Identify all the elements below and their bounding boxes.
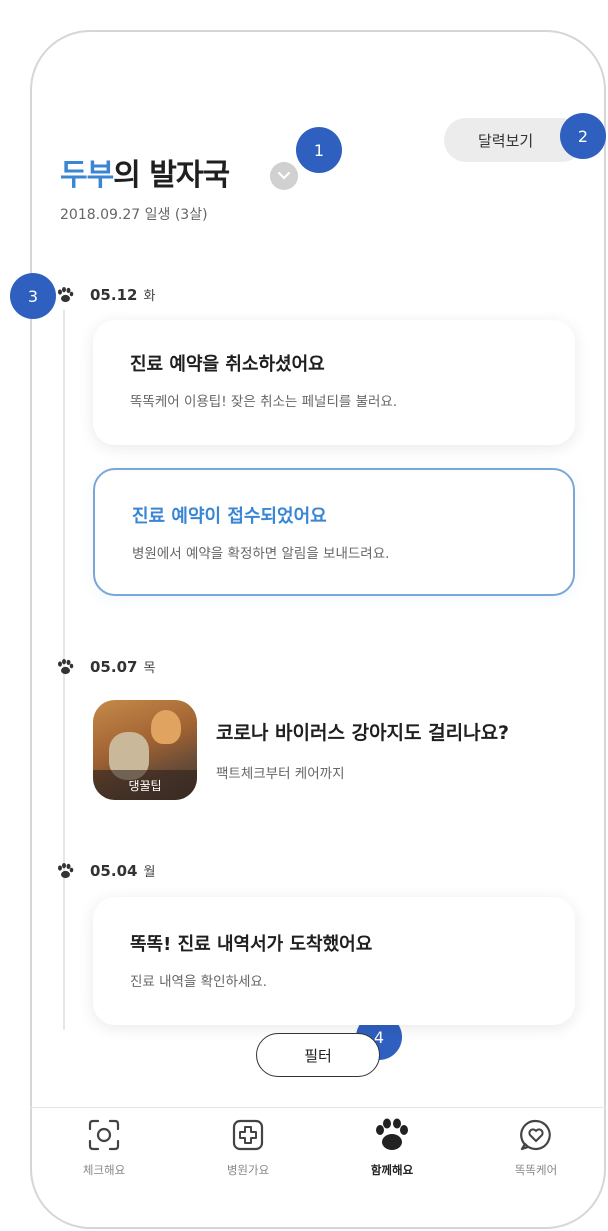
date-text: 05.04 <box>90 861 138 880</box>
paw-icon <box>58 658 74 674</box>
nav-label: 체크해요 <box>82 1163 126 1177</box>
card-title: 진료 예약을 취소하셨어요 <box>130 354 325 375</box>
weekday-text: 목 <box>143 661 156 676</box>
weekday-text: 화 <box>143 289 156 304</box>
timeline-date: 05.04 월 <box>56 861 155 880</box>
nav-label: 함께해요 <box>370 1163 414 1177</box>
dog-ear-shape <box>151 710 181 744</box>
page-title: 두부의 발자국 <box>60 150 230 194</box>
nav-label: 똑똑케어 <box>514 1163 558 1177</box>
date-text: 05.07 <box>90 657 138 676</box>
title-suffix: 의 발자국 <box>113 158 230 193</box>
scan-icon <box>88 1119 120 1151</box>
paw-icon <box>376 1118 408 1150</box>
heart-chat-icon <box>520 1119 551 1151</box>
weekday-text: 월 <box>143 865 156 880</box>
marker-badge: 2 <box>560 113 606 159</box>
paw-icon <box>58 862 74 878</box>
timeline-card[interactable]: 진료 예약을 취소하셨어요 똑똑케어 이용팁! 잦은 취소는 페널티를 불러요. <box>93 320 575 445</box>
hospital-cross-icon <box>232 1119 264 1151</box>
marker-badge: 3 <box>10 273 56 319</box>
card-title: 진료 예약이 접수되었어요 <box>132 506 327 527</box>
pet-name: 두부 <box>60 158 114 193</box>
article-thumbnail[interactable]: 댕꿀팁 <box>93 700 197 800</box>
pet-select-dropdown[interactable] <box>270 162 298 190</box>
filter-button-label: 필터 <box>304 1046 332 1065</box>
nav-label: 병원가요 <box>226 1163 270 1177</box>
nav-item-hospital[interactable]: 병원가요 <box>188 1118 308 1178</box>
article-tag: 댕꿀팁 <box>93 770 197 800</box>
timeline-card[interactable]: 똑똑! 진료 내역서가 도착했어요 진료 내역을 확인하세요. <box>93 897 575 1025</box>
timeline-date: 05.07 목 <box>56 657 155 676</box>
marker-badge: 1 <box>296 127 342 173</box>
article-title[interactable]: 코로나 바이러스 강아지도 걸리나요? <box>216 718 509 745</box>
bottom-nav-divider <box>30 1107 606 1108</box>
birth-info: 2018.09.27 일생 (3살) <box>60 207 208 223</box>
card-subtitle: 똑똑케어 이용팁! 잦은 취소는 페널티를 불러요. <box>130 394 398 410</box>
nav-item-check[interactable]: 체크해요 <box>44 1118 164 1178</box>
nav-item-together[interactable]: 함께해요 <box>332 1118 452 1178</box>
chevron-down-icon <box>277 171 291 180</box>
timeline-card-highlighted[interactable]: 진료 예약이 접수되었어요 병원에서 예약을 확정하면 알림을 보내드려요. <box>93 468 575 596</box>
calendar-button-label: 달력보기 <box>478 131 534 150</box>
card-subtitle: 진료 내역을 확인하세요. <box>130 974 268 990</box>
nav-item-smartcare[interactable]: 똑똑케어 <box>476 1118 596 1178</box>
date-text: 05.12 <box>90 285 138 304</box>
card-subtitle: 병원에서 예약을 확정하면 알림을 보내드려요. <box>132 546 390 562</box>
article-subtitle: 팩트체크부터 케어까지 <box>216 766 345 782</box>
card-title: 똑똑! 진료 내역서가 도착했어요 <box>130 934 373 955</box>
filter-button[interactable]: 필터 <box>256 1033 380 1077</box>
timeline-date: 05.12 화 <box>56 285 155 304</box>
paw-icon <box>58 286 74 302</box>
